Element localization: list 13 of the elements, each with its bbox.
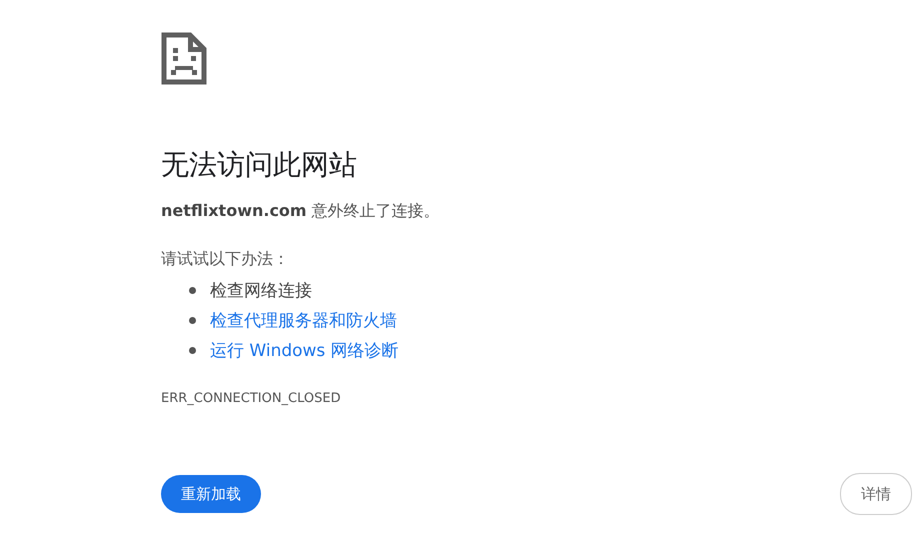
details-button[interactable]: 详情: [840, 473, 912, 515]
suggestion-link[interactable]: 检查代理服务器和防火墙: [210, 308, 397, 332]
page-heading: 无法访问此网站: [161, 147, 357, 183]
bullet-icon: [189, 286, 196, 294]
error-message: netflixtown.com 意外终止了连接。: [161, 200, 440, 222]
suggestion-link[interactable]: 运行 Windows 网络诊断: [210, 338, 399, 362]
reload-button[interactable]: 重新加载: [161, 475, 261, 513]
bullet-icon: [189, 316, 196, 324]
error-code: ERR_CONNECTION_CLOSED: [161, 391, 341, 406]
bullet-icon: [189, 346, 196, 354]
broken-page-icon: [161, 32, 207, 85]
suggestions-title: 请试试以下办法：: [161, 248, 289, 270]
suggestion-text: 检查网络连接: [210, 280, 312, 302]
